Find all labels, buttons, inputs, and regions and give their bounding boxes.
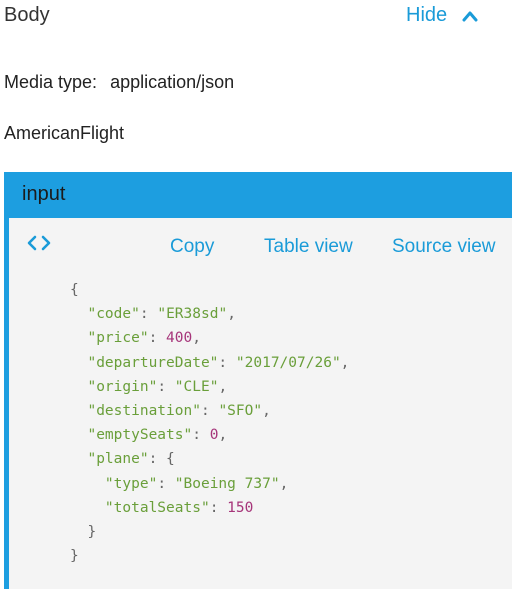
json-key: "code" bbox=[87, 306, 140, 323]
body-title: Body bbox=[4, 4, 50, 26]
chevron-up-icon[interactable] bbox=[461, 9, 479, 23]
table-view-button[interactable]: Table view bbox=[264, 236, 353, 258]
type-name: AmericanFlight bbox=[4, 123, 125, 143]
json-value-origin: "CLE" bbox=[174, 378, 219, 395]
media-type-label: Media type: bbox=[4, 72, 98, 92]
json-value-total-seats: 150 bbox=[227, 499, 254, 516]
json-value-price: 400 bbox=[166, 330, 193, 347]
media-type: Media type: application/json bbox=[4, 72, 234, 93]
body-section-header: Body Hide bbox=[0, 0, 516, 40]
code-punct: { bbox=[70, 282, 79, 298]
json-value-destination: "SFO" bbox=[218, 403, 263, 420]
json-value-code: "ER38sd" bbox=[157, 306, 228, 323]
hide-toggle[interactable]: Hide bbox=[406, 4, 479, 27]
copy-button[interactable]: Copy bbox=[170, 236, 214, 258]
media-type-value: application/json bbox=[110, 72, 235, 92]
panel-header: input bbox=[4, 172, 512, 218]
hide-label[interactable]: Hide bbox=[406, 4, 447, 27]
json-value-departure-date: "2017/07/26" bbox=[235, 354, 341, 371]
panel-header-label: input bbox=[22, 183, 66, 205]
code-brackets-icon[interactable] bbox=[25, 232, 53, 254]
source-view-button[interactable]: Source view bbox=[392, 236, 496, 258]
json-value-plane-type: "Boeing 737" bbox=[174, 475, 280, 492]
json-code-block: { "code": "ER38sd", "price": 400, "depar… bbox=[70, 282, 350, 565]
